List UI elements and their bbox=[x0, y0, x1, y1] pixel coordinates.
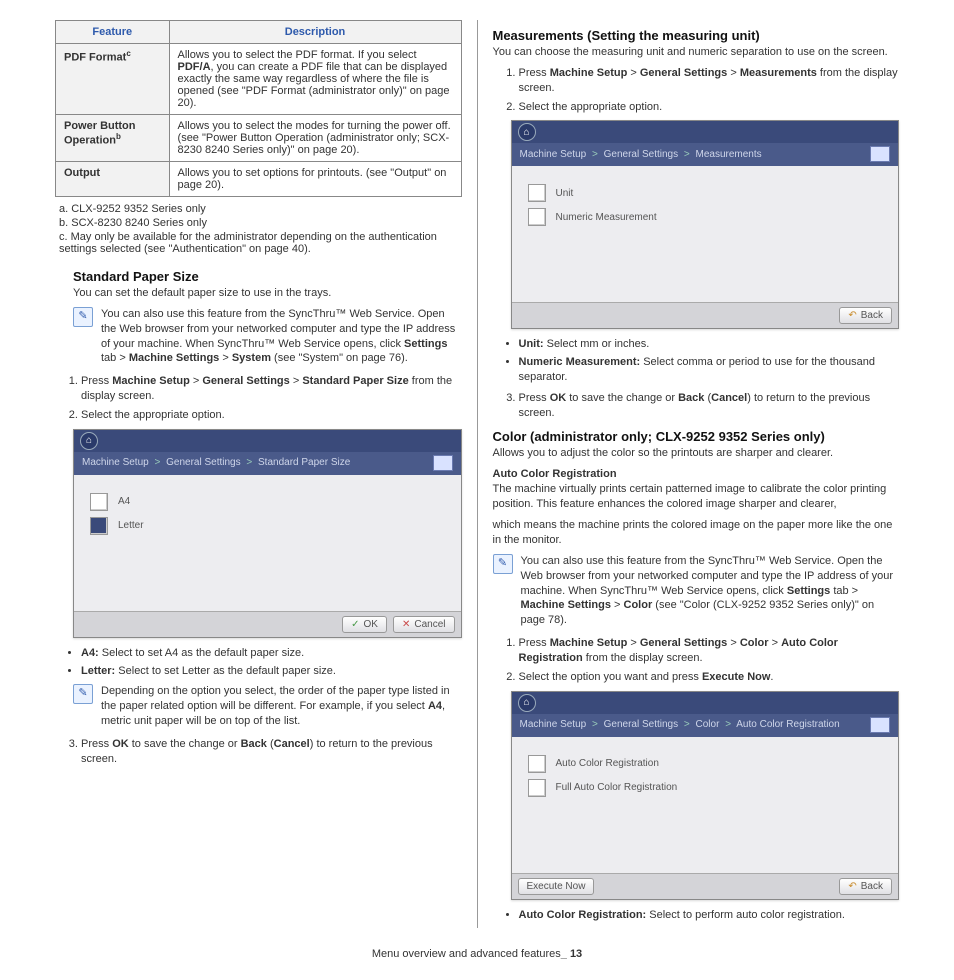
option-letter[interactable]: Letter bbox=[90, 517, 445, 535]
sps-step2: Select the appropriate option. bbox=[81, 408, 462, 423]
row-output: Output bbox=[56, 162, 170, 197]
footnote-a: a. CLX-9252 9352 Series only bbox=[59, 203, 462, 215]
row-power-desc: Allows you to select the modes for turni… bbox=[169, 115, 461, 162]
home-icon[interactable]: ⌂ bbox=[518, 694, 536, 712]
meas-intro: You can choose the measuring unit and nu… bbox=[493, 45, 900, 60]
breadcrumb: Machine Setup > General Settings > Color… bbox=[520, 719, 840, 730]
panel-icon[interactable] bbox=[433, 455, 453, 471]
home-icon[interactable]: ⌂ bbox=[518, 123, 536, 141]
sps-step3: Press OK to save the change or Back (Can… bbox=[81, 737, 462, 767]
bullet-unit: Unit: Select mm or inches. bbox=[519, 337, 900, 352]
color-p1: The machine virtually prints certain pat… bbox=[493, 482, 900, 512]
panel-icon[interactable] bbox=[870, 146, 890, 162]
th-feature: Feature bbox=[56, 21, 170, 44]
note-paper-order: ✎ Depending on the option you select, th… bbox=[73, 684, 462, 729]
panel-paper-size: ⌂ Machine Setup > General Settings > Sta… bbox=[73, 429, 462, 638]
breadcrumb: Machine Setup > General Settings > Stand… bbox=[82, 457, 350, 468]
panel-icon[interactable] bbox=[870, 717, 890, 733]
color-step2: Select the option you want and press Exe… bbox=[519, 670, 900, 685]
row-output-desc: Allows you to set options for printouts.… bbox=[169, 162, 461, 197]
color-intro: Allows you to adjust the color so the pr… bbox=[493, 446, 900, 461]
home-icon[interactable]: ⌂ bbox=[80, 432, 98, 450]
meas-step2: Select the appropriate option. bbox=[519, 100, 900, 115]
sps-step1: Press Machine Setup > General Settings >… bbox=[81, 374, 462, 404]
panel-color: ⌂ Machine Setup > General Settings > Col… bbox=[511, 691, 900, 900]
back-button[interactable]: ↶Back bbox=[839, 878, 892, 895]
meas-step1: Press Machine Setup > General Settings >… bbox=[519, 66, 900, 96]
right-column: Measurements (Setting the measuring unit… bbox=[478, 20, 915, 928]
row-pdf-format: PDF Formatc bbox=[56, 44, 170, 115]
sps-intro: You can set the default paper size to us… bbox=[73, 286, 462, 301]
ok-button[interactable]: ✓OK bbox=[342, 616, 387, 633]
note-syncthru-paper: ✎ You can also use this feature from the… bbox=[73, 307, 462, 366]
heading-color: Color (administrator only; CLX-9252 9352… bbox=[493, 429, 900, 444]
row-pdf-desc: Allows you to select the PDF format. If … bbox=[169, 44, 461, 115]
breadcrumb: Machine Setup > General Settings > Measu… bbox=[520, 149, 762, 160]
execute-now-button[interactable]: Execute Now bbox=[518, 878, 595, 895]
left-column: Feature Description PDF Formatc Allows y… bbox=[40, 20, 478, 928]
note-icon: ✎ bbox=[493, 554, 513, 574]
bullet-numeric: Numeric Measurement: Select comma or per… bbox=[519, 355, 900, 385]
meas-step3: Press OK to save the change or Back (Can… bbox=[519, 391, 900, 421]
bullet-acr: Auto Color Registration: Select to perfo… bbox=[519, 908, 900, 923]
footnote-b: b. SCX-8230 8240 Series only bbox=[59, 217, 462, 229]
panel-measurements: ⌂ Machine Setup > General Settings > Mea… bbox=[511, 120, 900, 329]
option-a4[interactable]: A4 bbox=[90, 493, 445, 511]
option-unit[interactable]: Unit bbox=[528, 184, 883, 202]
bullet-letter: Letter: Select to set Letter as the defa… bbox=[81, 664, 462, 679]
color-p2: which means the machine prints the color… bbox=[493, 518, 900, 548]
option-numeric[interactable]: Numeric Measurement bbox=[528, 208, 883, 226]
heading-measurements: Measurements (Setting the measuring unit… bbox=[493, 28, 900, 43]
option-acr[interactable]: Auto Color Registration bbox=[528, 755, 883, 773]
heading-standard-paper: Standard Paper Size bbox=[73, 269, 462, 284]
option-facr[interactable]: Full Auto Color Registration bbox=[528, 779, 883, 797]
footnote-c: c. May only be available for the adminis… bbox=[59, 231, 462, 255]
feature-table: Feature Description PDF Formatc Allows y… bbox=[55, 20, 462, 197]
footnotes: a. CLX-9252 9352 Series only b. SCX-8230… bbox=[59, 203, 462, 255]
page-footer: Menu overview and advanced features_ 13 bbox=[40, 948, 914, 960]
note-icon: ✎ bbox=[73, 684, 93, 704]
cancel-button[interactable]: ✕Cancel bbox=[393, 616, 455, 633]
heading-acr: Auto Color Registration bbox=[493, 468, 900, 480]
bullet-a4: A4: Select to set A4 as the default pape… bbox=[81, 646, 462, 661]
color-step1: Press Machine Setup > General Settings >… bbox=[519, 636, 900, 666]
page: Feature Description PDF Formatc Allows y… bbox=[40, 20, 914, 928]
th-desc: Description bbox=[169, 21, 461, 44]
note-icon: ✎ bbox=[73, 307, 93, 327]
row-power-btn: Power Button Operationb bbox=[56, 115, 170, 162]
note-syncthru-color: ✎ You can also use this feature from the… bbox=[493, 554, 900, 628]
back-button[interactable]: ↶Back bbox=[839, 307, 892, 324]
